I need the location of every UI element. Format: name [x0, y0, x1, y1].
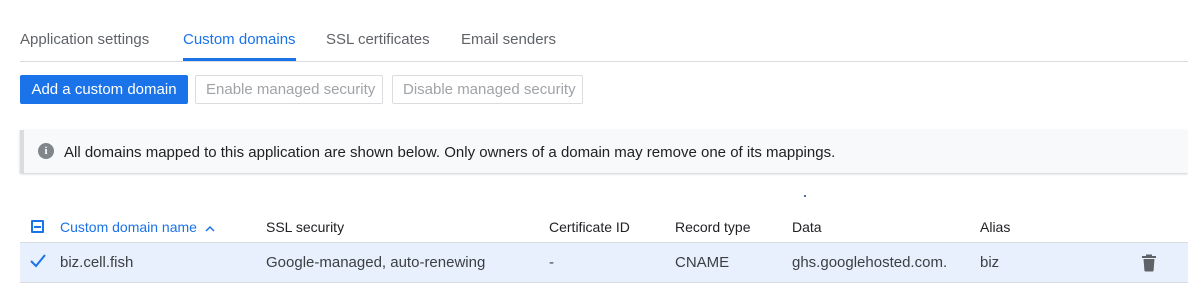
add-custom-domain-button[interactable]: Add a custom domain	[20, 75, 188, 104]
tab-ssl-certificates[interactable]: SSL certificates	[326, 31, 430, 48]
row-checkbox[interactable]	[30, 254, 46, 268]
stray-dot	[804, 195, 806, 197]
chevron-up-icon	[202, 221, 215, 235]
column-header-certificate-id: Certificate ID	[549, 219, 630, 235]
column-header-ssl: SSL security	[266, 219, 345, 235]
cell-alias: biz	[980, 254, 1000, 271]
cell-ssl: Google-managed, auto-renewing	[266, 254, 486, 271]
info-banner: i All domains mapped to this application…	[20, 130, 1188, 173]
active-tab-indicator	[183, 58, 296, 61]
table-row[interactable]: biz.cell.fish Google-managed, auto-renew…	[20, 243, 1188, 283]
trash-icon[interactable]	[1141, 254, 1157, 272]
enable-managed-security-button[interactable]: Enable managed security	[195, 75, 383, 104]
column-header-data: Data	[792, 219, 822, 235]
column-header-record-type: Record type	[675, 219, 751, 235]
cell-data: ghs.googlehosted.com.	[792, 254, 948, 271]
select-all-checkbox[interactable]	[31, 220, 44, 233]
cell-record-type: CNAME	[675, 254, 730, 271]
column-header-alias: Alias	[980, 219, 1011, 235]
cell-certificate-id: -	[549, 254, 554, 271]
tab-custom-domains[interactable]: Custom domains	[183, 31, 296, 48]
info-text: All domains mapped to this application a…	[64, 144, 836, 161]
column-header-domain-label: Custom domain name	[60, 219, 197, 235]
tab-application-settings[interactable]: Application settings	[20, 31, 149, 48]
table-header: Custom domain name SSL security Certific…	[20, 210, 1188, 243]
disable-managed-security-button[interactable]: Disable managed security	[392, 75, 583, 104]
info-icon: i	[38, 143, 54, 159]
cell-domain: biz.cell.fish	[60, 254, 134, 271]
column-header-domain[interactable]: Custom domain name	[60, 219, 215, 235]
tab-email-senders[interactable]: Email senders	[461, 31, 556, 48]
tab-bar: Application settings Custom domains SSL …	[20, 0, 1188, 62]
